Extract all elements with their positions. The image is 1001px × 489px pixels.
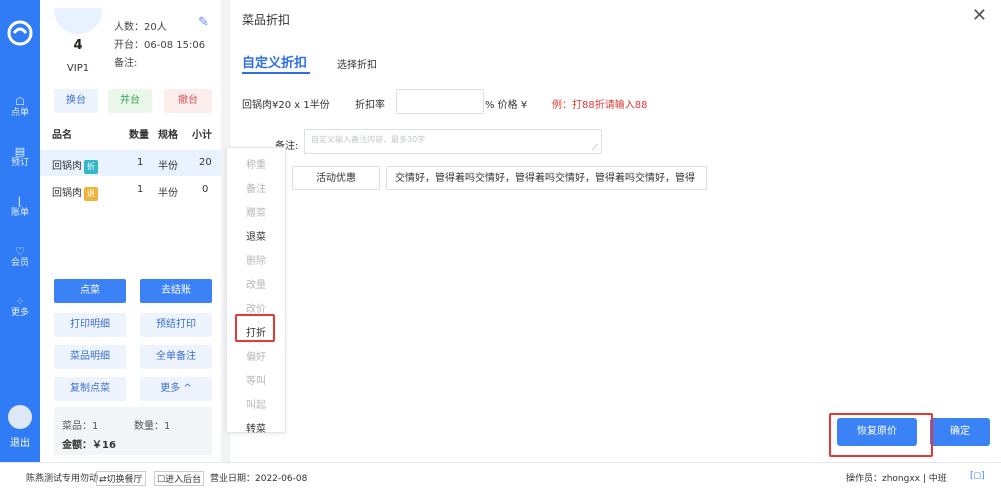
sidebar-item-label: 更多 — [10, 308, 29, 318]
menu-item-weigh[interactable]: 称重 — [227, 156, 285, 171]
dish-info: 回锅肉¥20 x 1半份 — [242, 100, 330, 111]
sidebar-item-label: 预订 — [10, 158, 29, 168]
dialog-title: 菜品折扣 — [242, 13, 291, 27]
backend-button[interactable]: ☐进入后台 — [154, 471, 205, 486]
table-name: VIP1 — [66, 63, 90, 74]
table-card-arc — [54, 8, 102, 34]
column-header-subtotal: 小计 — [192, 130, 212, 141]
menu-item-wait-call[interactable]: 等叫 — [227, 372, 285, 387]
app-logo-icon — [7, 20, 33, 46]
column-header-qty: 数量 — [129, 130, 149, 141]
menu-item-delete[interactable]: 删除 — [227, 252, 285, 267]
dish-spec: 半份 — [158, 161, 178, 172]
resize-grip-icon: ⟋ — [592, 143, 598, 152]
table-card: 4 VIP1 — [54, 8, 102, 74]
status-bar: 陈燕测试专用勿动 ⇄切换餐厅 ☐进入后台 营业日期：2022-06-08 操作员… — [0, 462, 1001, 489]
sidebar: ☖ 点单 ▤ 预订 ⌊ 账单 ♡ 会员 ⁘ 更多 退出 — [0, 0, 40, 462]
sidebar-item-label: 点单 — [10, 108, 29, 118]
merge-table-button[interactable]: 并台 — [108, 89, 152, 113]
whole-note-button[interactable]: 全单备注 — [140, 345, 212, 369]
menu-item-note[interactable]: 备注 — [227, 180, 285, 195]
highlight-restore-button — [829, 413, 933, 457]
discount-dialog: 菜品折扣 ✕ 自定义折扣 选择折扣 回锅肉¥20 x 1半份 折扣率 % 价格 … — [229, 0, 1001, 462]
percent-price-label: % 价格 ¥ — [485, 100, 528, 111]
column-header-name: 品名 — [52, 130, 72, 141]
order-summary: 菜品：1 数量：1 金额：￥16 — [54, 407, 212, 455]
sidebar-item-label: 会员 — [10, 258, 29, 268]
return-tag: 退 — [84, 187, 98, 201]
close-icon[interactable]: ✕ — [972, 6, 987, 26]
discount-example: 例：打88折请输入88 — [552, 100, 648, 111]
sidebar-item-bill[interactable]: ⌊ 账单 — [0, 196, 40, 219]
discount-rate-input[interactable] — [396, 89, 484, 114]
menu-item-preference[interactable]: 偏好 — [227, 348, 285, 363]
operator-info: 操作员：zhongxx | 中班 — [846, 474, 947, 484]
menu-item-transfer[interactable]: 转菜 — [227, 420, 285, 435]
copy-dish-button[interactable]: 复制点菜 — [54, 377, 126, 401]
change-table-button[interactable]: 换台 — [54, 89, 98, 113]
member-icon: ♡ — [15, 245, 25, 258]
checkout-button[interactable]: 去结账 — [140, 279, 212, 303]
menu-item-gift[interactable]: 赠菜 — [227, 204, 285, 219]
print-detail-button[interactable]: 打印明细 — [54, 313, 126, 337]
table-row[interactable]: 回锅肉退 1 半份 0 — [40, 177, 221, 203]
note-option[interactable]: 交情好，管得着吗交情好，管得着吗交情好，管得着吗交情好，管得 — [386, 166, 707, 190]
menu-item-change-qty[interactable]: 改量 — [227, 276, 285, 291]
highlight-discount-item — [235, 314, 275, 342]
sidebar-item-more[interactable]: ⁘ 更多 — [0, 296, 40, 319]
avatar — [8, 405, 32, 429]
menu-item-call-up[interactable]: 叫起 — [227, 396, 285, 411]
dish-spec: 半份 — [158, 188, 178, 199]
dish-subtotal: 0 — [202, 184, 209, 195]
fullscreen-icon[interactable]: [◻] — [970, 471, 985, 481]
open-time: 开台：06-08 15:06 — [114, 40, 206, 51]
reserve-icon: ▤ — [14, 145, 26, 158]
switch-store-button[interactable]: ⇄切换餐厅 — [96, 471, 146, 486]
sidebar-item-member[interactable]: ♡ 会员 — [0, 246, 40, 269]
summary-amount: 金额：￥16 — [62, 440, 116, 451]
dish-qty: 1 — [137, 184, 144, 195]
exit-label: 退出 — [10, 438, 30, 449]
pre-print-button[interactable]: 预结打印 — [140, 313, 212, 337]
bill-icon: ⌊ — [17, 195, 23, 208]
menu-item-change-price[interactable]: 改价 — [227, 300, 285, 315]
summary-dishes: 菜品：1 — [62, 421, 99, 432]
edit-icon[interactable]: ✎ — [198, 16, 212, 30]
note-option[interactable]: 活动优惠 — [292, 166, 380, 190]
sidebar-item-order[interactable]: ☖ 点单 — [0, 96, 40, 119]
summary-count: 数量：1 — [134, 421, 171, 432]
order-panel: 4 VIP1 人数：20人 开台：06-08 15:06 备注: ✎ 换台 并台… — [40, 0, 221, 462]
dish-name: 回锅肉退 — [52, 184, 98, 201]
dish-name: 回锅肉折 — [52, 157, 98, 174]
cancel-table-button[interactable]: 撤台 — [164, 89, 212, 113]
active-tab-underline — [242, 72, 310, 74]
order-dish-button[interactable]: 点菜 — [54, 279, 126, 303]
business-date: 营业日期：2022-06-08 — [210, 474, 308, 484]
dish-qty: 1 — [137, 157, 144, 168]
more-button[interactable]: 更多 ^ — [140, 377, 212, 401]
tab-select-discount[interactable]: 选择折扣 — [337, 56, 377, 71]
note-input[interactable]: 自定义输入备注内容，最多30字 — [304, 129, 602, 154]
sidebar-item-reserve[interactable]: ▤ 预订 — [0, 146, 40, 169]
table-row[interactable]: 回锅肉折 1 半份 20 — [40, 150, 221, 176]
table-number: 4 — [73, 38, 83, 53]
menu-item-return[interactable]: 退菜 — [227, 228, 285, 243]
more-icon: ⁘ — [15, 295, 25, 308]
column-header-spec: 规格 — [158, 130, 178, 141]
discount-tag: 折 — [84, 160, 98, 174]
confirm-button[interactable]: 确定 — [930, 418, 990, 446]
store-name: 陈燕测试专用勿动 — [26, 474, 99, 484]
dish-context-menu: 称重 备注 赠菜 退菜 删除 改量 改价 打折 偏好 等叫 叫起 转菜 — [226, 147, 286, 435]
exit-button[interactable]: 退出 — [0, 405, 40, 449]
order-note: 备注: — [114, 58, 138, 69]
dish-subtotal: 20 — [199, 157, 212, 168]
rate-label: 折扣率 — [355, 100, 385, 111]
dish-detail-button[interactable]: 菜品明细 — [54, 345, 126, 369]
order-icon: ☖ — [15, 95, 25, 108]
sidebar-item-label: 账单 — [10, 208, 29, 218]
people-count: 人数：20人 — [114, 22, 167, 33]
tab-custom-discount[interactable]: 自定义折扣 — [242, 52, 307, 71]
